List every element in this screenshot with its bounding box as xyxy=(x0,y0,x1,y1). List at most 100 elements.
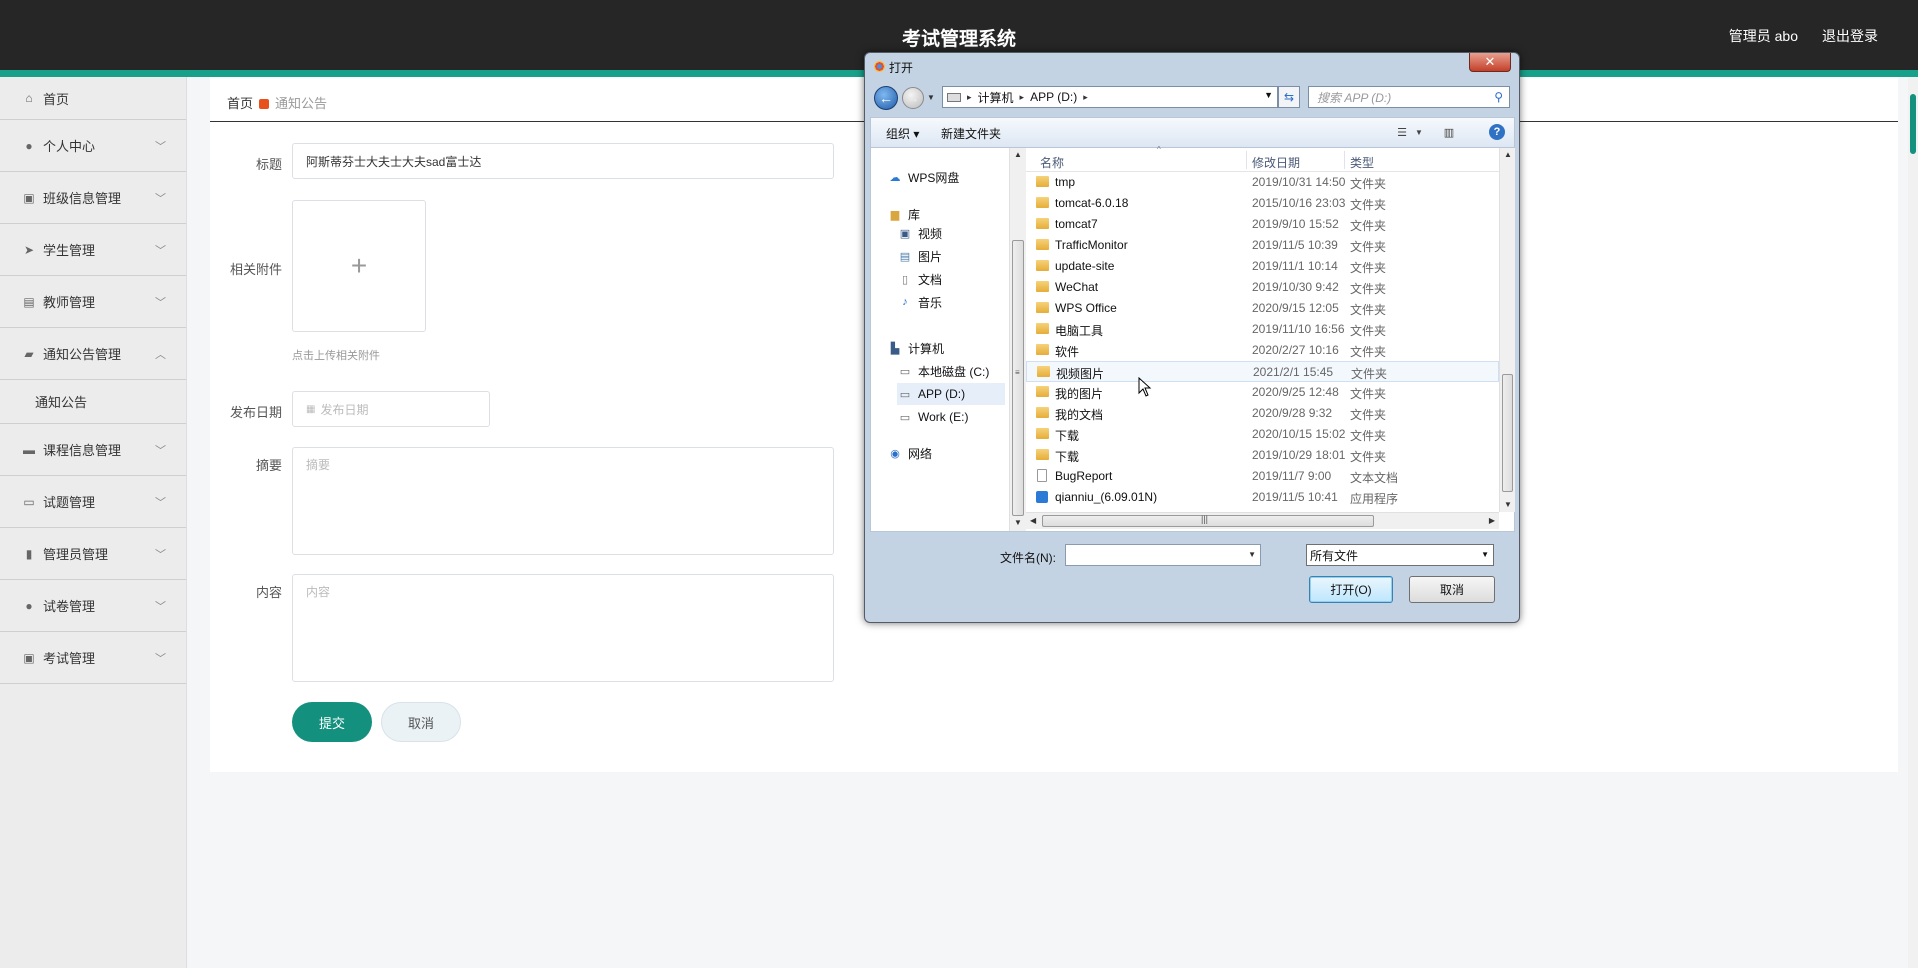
file-row[interactable]: 软件 2020/2/27 10:16 文件夹 xyxy=(1026,340,1499,361)
tree-item-computer[interactable]: ▙ 计算机 xyxy=(887,337,944,359)
sidebar-item-exams[interactable]: ▣ 考试管理 ﹀ xyxy=(0,632,186,684)
submit-button[interactable]: 提交 xyxy=(292,702,372,742)
folder-icon xyxy=(1036,428,1049,439)
history-dropdown-icon[interactable]: ▼ xyxy=(927,93,935,102)
sidebar-item-notice[interactable]: ▰ 通知公告管理 ︿ xyxy=(0,328,186,380)
file-row[interactable]: WPS Office 2020/9/15 12:05 文件夹 xyxy=(1026,298,1499,319)
file-name: 我的图片 xyxy=(1055,387,1104,401)
sidebar-item-questions[interactable]: ▭ 试题管理 ﹀ xyxy=(0,476,186,528)
tree-item-music[interactable]: ♪ 音乐 xyxy=(897,291,942,313)
scroll-down-icon[interactable]: ▼ xyxy=(1504,500,1512,509)
file-row[interactable]: tomcat7 2019/9/10 15:52 文件夹 xyxy=(1026,214,1499,235)
column-date[interactable]: 修改日期 xyxy=(1252,154,1300,171)
sidebar-item-admins[interactable]: ▮ 管理员管理 ﹀ xyxy=(0,528,186,580)
file-row[interactable]: BugReport 2019/11/7 9:00 文本文档 xyxy=(1026,466,1499,487)
tree-item-pictures[interactable]: ▤ 图片 xyxy=(897,245,942,267)
logout-link[interactable]: 退出登录 xyxy=(1822,26,1878,46)
sidebar-item-courses[interactable]: ▬ 课程信息管理 ﹀ xyxy=(0,424,186,476)
sidebar-item-home[interactable]: ⌂ 首页 xyxy=(0,77,186,120)
tree-item-videos[interactable]: ▣ 视频 xyxy=(897,222,942,244)
dropdown-icon[interactable]: ▼ xyxy=(1248,550,1256,559)
page-scrollbar-thumb[interactable] xyxy=(1910,94,1916,154)
file-open-dialog: 打开 ✕ ← → ▼ ▸ 计算机 ▸ APP (D:) ▸ ▼ ⇆ 搜索 APP… xyxy=(864,52,1520,623)
preview-pane-icon[interactable]: ▥ xyxy=(1441,124,1457,140)
file-list-scrollbar[interactable]: ▲ ▼ xyxy=(1499,148,1515,512)
publish-date-input[interactable]: ▦ 发布日期 xyxy=(292,391,490,427)
chevron-up-icon: ︿ xyxy=(155,349,166,361)
view-options-icon[interactable]: ☰ xyxy=(1394,124,1410,140)
file-row[interactable]: 视频图片 2021/2/1 15:45 文件夹 xyxy=(1026,361,1499,382)
breadcrumb-home[interactable]: 首页 xyxy=(227,96,253,111)
sidebar-item-profile[interactable]: ● 个人中心 ﹀ xyxy=(0,120,186,172)
file-list-h-scrollbar[interactable]: ◀ ||| ▶ xyxy=(1026,512,1499,529)
file-row[interactable]: TrafficMonitor 2019/11/5 10:39 文件夹 xyxy=(1026,235,1499,256)
filetype-select[interactable]: 所有文件 ▼ xyxy=(1306,544,1494,566)
back-button[interactable]: ← xyxy=(874,86,898,110)
scroll-down-icon[interactable]: ▼ xyxy=(1014,518,1022,527)
cancel-button[interactable]: 取消 xyxy=(381,702,461,742)
sidebar-item-students[interactable]: ➤ 学生管理 ﹀ xyxy=(0,224,186,276)
sidebar-subitem-notice[interactable]: 通知公告 xyxy=(0,380,186,424)
current-user[interactable]: 管理员 abo xyxy=(1729,26,1798,46)
file-type: 文件夹 xyxy=(1350,345,1387,359)
column-name[interactable]: 名称 xyxy=(1040,154,1064,171)
tree-item-drive-e[interactable]: ▭ Work (E:) xyxy=(897,406,969,428)
file-row[interactable]: tmp 2019/10/31 14:50 文件夹 xyxy=(1026,172,1499,193)
column-divider[interactable] xyxy=(1246,151,1247,169)
column-divider[interactable] xyxy=(1344,151,1345,169)
dialog-close-button[interactable]: ✕ xyxy=(1469,53,1511,72)
tree-item-wps-cloud[interactable]: ☁ WPS网盘 xyxy=(887,166,960,188)
tree-item-drive-c[interactable]: ▭ 本地磁盘 (C:) xyxy=(897,360,990,382)
file-row[interactable]: 电脑工具 2019/11/10 16:56 文件夹 xyxy=(1026,319,1499,340)
file-row[interactable]: tomcat-6.0.18 2015/10/16 23:03 文件夹 xyxy=(1026,193,1499,214)
sidebar-item-label: 课程信息管理 xyxy=(43,443,122,458)
address-bar[interactable]: ▸ 计算机 ▸ APP (D:) ▸ ▼ xyxy=(942,86,1278,108)
file-list-scrollbar-thumb[interactable] xyxy=(1502,374,1513,492)
file-row[interactable]: WeChat 2019/10/30 9:42 文件夹 xyxy=(1026,277,1499,298)
tree-scrollbar[interactable]: ▲ ≡ ▼ xyxy=(1009,148,1026,531)
refresh-button[interactable]: ⇆ xyxy=(1278,86,1300,108)
sidebar-item-label: 学生管理 xyxy=(43,243,96,258)
page-scrollbar[interactable] xyxy=(1908,77,1918,968)
scroll-right-icon[interactable]: ▶ xyxy=(1489,516,1495,525)
path-segment-drive[interactable]: APP (D:) xyxy=(1030,90,1077,104)
tree-scrollbar-thumb[interactable] xyxy=(1012,240,1024,516)
forward-button[interactable]: → xyxy=(902,87,924,109)
sidebar-item-papers[interactable]: ● 试卷管理 ﹀ xyxy=(0,580,186,632)
dialog-search-input[interactable]: 搜索 APP (D:) ⚲ xyxy=(1308,86,1510,108)
file-row[interactable]: 我的文档 2020/9/28 9:32 文件夹 xyxy=(1026,403,1499,424)
file-row[interactable]: 下载 2019/10/29 18:01 文件夹 xyxy=(1026,445,1499,466)
organize-menu[interactable]: 组织 ▾ xyxy=(886,125,919,142)
summary-textarea[interactable]: 摘要 xyxy=(292,447,834,555)
tree-item-network[interactable]: ◉ 网络 xyxy=(887,442,932,464)
file-row[interactable]: 下载 2020/10/15 15:02 文件夹 xyxy=(1026,424,1499,445)
tree-label: Work (E:) xyxy=(918,410,969,424)
file-row[interactable]: 我的图片 2020/9/25 12:48 文件夹 xyxy=(1026,382,1499,403)
filetype-value: 所有文件 xyxy=(1310,548,1359,563)
dialog-cancel-button[interactable]: 取消 xyxy=(1409,576,1495,603)
column-type[interactable]: 类型 xyxy=(1350,154,1374,171)
open-button[interactable]: 打开(O) xyxy=(1309,576,1393,603)
scroll-up-icon[interactable]: ▲ xyxy=(1504,150,1512,159)
content-textarea[interactable]: 内容 xyxy=(292,574,834,682)
file-row[interactable]: update-site 2019/11/1 10:14 文件夹 xyxy=(1026,256,1499,277)
tree-label: WPS网盘 xyxy=(908,170,960,185)
sidebar-item-label: 教师管理 xyxy=(43,295,96,310)
address-dropdown-icon[interactable]: ▼ xyxy=(1264,90,1273,100)
chevron-down-icon: ﹀ xyxy=(155,193,166,205)
sidebar-item-class[interactable]: ▣ 班级信息管理 ﹀ xyxy=(0,172,186,224)
view-dropdown-icon[interactable]: ▼ xyxy=(1411,124,1427,140)
scroll-left-icon[interactable]: ◀ xyxy=(1030,516,1036,525)
filename-input[interactable]: ▼ xyxy=(1065,544,1261,566)
new-folder-button[interactable]: 新建文件夹 xyxy=(941,125,1001,142)
help-icon[interactable]: ? xyxy=(1489,124,1505,140)
title-input[interactable]: 阿斯蒂芬士大夫士大夫sad富士达 xyxy=(292,143,834,179)
path-segment-computer[interactable]: 计算机 xyxy=(978,89,1014,106)
file-row[interactable]: qianniu_(6.09.01N) 2019/11/5 10:41 应用程序 xyxy=(1026,487,1499,508)
attachment-upload[interactable]: + xyxy=(292,200,426,332)
tree-item-drive-d[interactable]: ▭ APP (D:) xyxy=(897,383,1005,405)
sidebar-item-teachers[interactable]: ▤ 教师管理 ﹀ xyxy=(0,276,186,328)
tree-item-documents[interactable]: ▯ 文档 xyxy=(897,268,942,290)
sidebar-item-label: 考试管理 xyxy=(43,651,96,666)
scroll-up-icon[interactable]: ▲ xyxy=(1014,150,1022,159)
